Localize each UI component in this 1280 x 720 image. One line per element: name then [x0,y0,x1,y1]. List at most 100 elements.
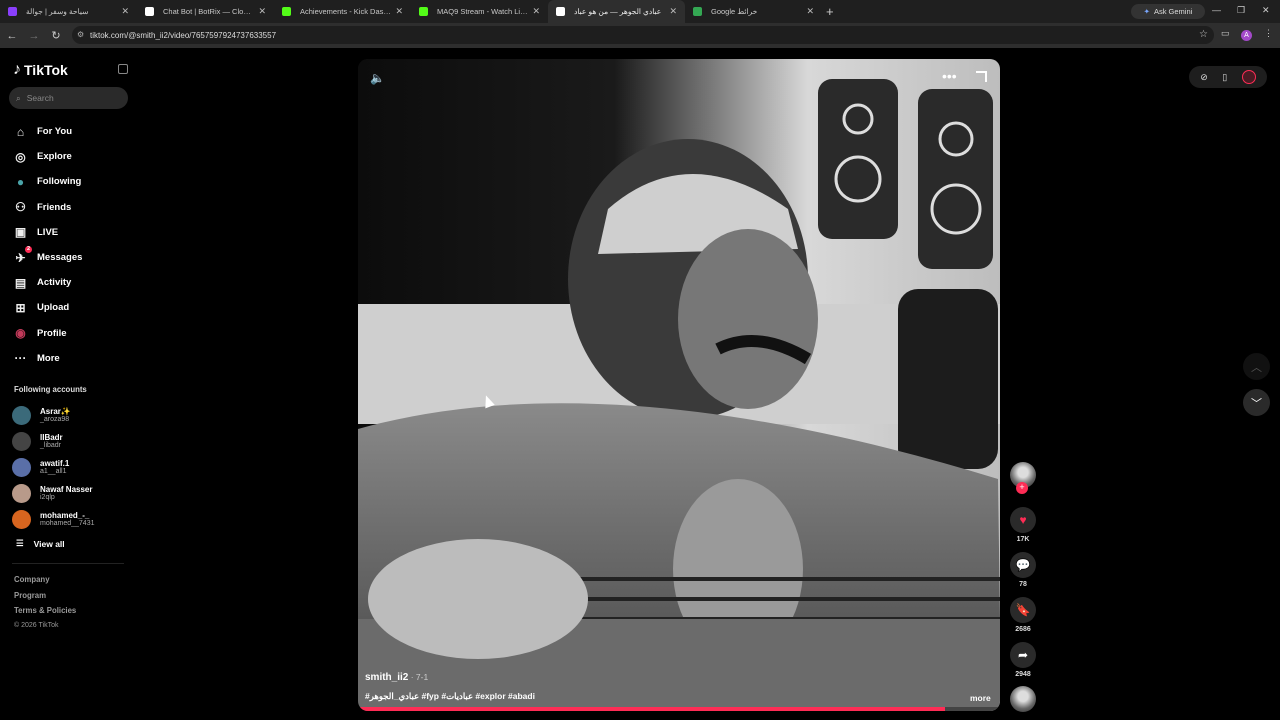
compass-icon[interactable]: ⊘ [1200,72,1208,83]
tiktok-logo[interactable]: ♪ TikTok [13,61,68,79]
profile-avatar[interactable]: A [1241,30,1252,41]
nav-item-profile[interactable]: ◉ Profile [12,321,82,346]
browser-menu-icon[interactable]: ⋮ [1264,28,1273,39]
nav-item-more[interactable]: ··· More [12,346,82,371]
close-tab-icon[interactable]: ✕ [669,6,677,17]
more-icon: ··· [14,351,27,366]
close-tab-icon[interactable]: ✕ [121,6,129,17]
tab-favicon-icon [145,7,154,16]
browser-tab[interactable]: MAQ9 Stream - Watch Live on Kick ✕ [411,0,548,23]
creator-avatar-button[interactable]: + [1008,462,1038,494]
back-icon[interactable]: ← [2,30,22,42]
tab-title: MAQ9 Stream - Watch Live on Kick [437,7,528,16]
nav-item-messages[interactable]: ✈ 2 Messages [12,245,82,270]
share-button[interactable]: ➦ 2948 [1008,642,1038,678]
account-handle: _libadr [40,441,62,449]
close-tab-icon[interactable]: ✕ [532,6,540,17]
nav-label: Messages [37,252,83,264]
video-player[interactable]: 🔈 ••• smith_ii2 · 7-1 #عبادي_الجوهر #fyp… [358,59,1000,711]
close-window-icon[interactable]: ✕ [1262,5,1270,16]
footer-link[interactable]: Program [14,591,76,607]
following-account[interactable]: Asrar✨ _aroza98 [12,402,95,428]
nav-label: Activity [37,277,72,289]
nav-label: LIVE [37,226,59,238]
save-button[interactable]: 🔖 2686 [1008,597,1038,633]
collapse-sidebar-icon[interactable] [118,64,128,74]
next-video-button[interactable]: ﹀ [1243,389,1270,416]
nav-item-live[interactable]: ▣ LIVE [12,220,82,245]
device-icon[interactable]: ▯ [1222,72,1227,83]
reload-icon[interactable]: ↻ [46,29,66,42]
account-handle: a1__all1 [40,467,67,475]
more-options-icon[interactable]: ••• [942,68,957,84]
footer-link[interactable]: Company [14,575,76,591]
browser-tab[interactable]: Google خرائط ✕ [685,0,822,23]
account-name: Asrar✨ [40,406,71,416]
tab-title: عبادي الجوهر — من هو عباد [574,7,662,16]
following-account[interactable]: awatif.1 a1__all1 [12,454,95,480]
user-avatar-icon[interactable] [1241,70,1256,84]
like-button[interactable]: ♥ 17K [1008,507,1038,543]
bookmark-star-icon[interactable]: ☆ [1199,29,1208,40]
avatar [12,457,31,477]
copyright: © 2026 TikTok [14,621,59,629]
music-disc-icon [1010,686,1036,712]
browser-tab[interactable]: Achievements - Kick Dashboard✕ [274,0,411,23]
nav-label: For You [37,126,73,138]
nav-item-friends[interactable]: ⚇ Friends [12,195,82,220]
nav-item-explore[interactable]: ◎ Explore [12,144,82,169]
forward-icon[interactable]: → [24,30,44,42]
avatar [12,483,31,503]
nav-label: Following [37,176,82,188]
tab-favicon-icon [282,7,291,16]
nav-item-upload[interactable]: ⊞ Upload [12,295,82,320]
follow-plus-icon[interactable]: + [1016,482,1028,494]
ask-gemini-button[interactable]: ✦ Ask Gemini [1131,4,1205,19]
close-tab-icon[interactable]: ✕ [806,6,814,17]
close-tab-icon[interactable]: ✕ [395,6,403,17]
list-icon: ☰ [16,538,24,548]
following-account[interactable]: lIBadr _libadr [12,428,95,454]
avatar [12,405,31,425]
nav-label: Explore [37,151,72,163]
cast-icon[interactable]: ▭ [1221,28,1230,39]
previous-video-button[interactable]: ︿ [1243,353,1270,380]
chevron-up-icon: ︿ [1251,361,1262,374]
footer-link[interactable]: Terms & Policies [14,606,76,622]
video-progress-bar[interactable] [358,707,1000,711]
site-info-icon[interactable]: ⚙ [77,30,85,39]
video-username[interactable]: smith_ii2 · 7-1 [365,672,428,683]
following-account[interactable]: Nawaf Nasser i2qlp [12,480,95,506]
close-tab-icon[interactable]: ✕ [258,6,266,17]
browser-tabbar: سياحة وسفر | جوالة ✕ Chat Bot | BotRix — C… [0,0,1280,23]
share-icon: ➦ [1010,642,1036,668]
avatar [12,431,31,451]
search-input[interactable]: ⌕ Search [9,87,128,109]
tiktok-note-icon: ♪ [13,61,21,78]
browser-tab[interactable]: سياحة وسفر | جوالة ✕ [0,0,137,23]
tab-title: Achievements - Kick Dashboard [300,7,392,16]
tab-title: Chat Bot | BotRix — Cloud Stream [163,7,254,16]
account-handle: i2qlp [40,493,55,501]
volume-icon[interactable]: 🔈 [370,71,385,85]
fullscreen-icon[interactable] [976,71,987,82]
nav-label: Upload [37,302,70,314]
account-name: awatif.1 [40,458,70,468]
comment-button[interactable]: 💬 78 [1008,552,1038,588]
music-disc-button[interactable] [1008,686,1038,712]
browser-tab[interactable]: Chat Bot | BotRix — Cloud Stream ✕ [137,0,274,23]
nav-item-activity[interactable]: ▤ Activity [12,270,82,295]
url-bar[interactable]: ⚙ tiktok.com/@smith_ii2/video/7657597924… [72,26,1214,44]
caption-more-button[interactable]: more [970,693,991,703]
view-all-button[interactable]: ☰ View all [16,538,65,549]
restore-icon[interactable]: ❐ [1237,5,1245,16]
new-tab-button[interactable]: + [826,4,840,19]
nav-item-following[interactable]: ● Following [12,169,82,194]
nav-item-for-you[interactable]: ⌂ For You [12,119,82,144]
video-hashtags[interactable]: #عبادي_الجوهر #fyp #عباديات #explor #aba… [365,691,535,702]
browser-tab[interactable]: عبادي الجوهر — من هو عباد ✕ [548,0,685,23]
upload-icon: ⊞ [15,300,26,315]
minimize-icon[interactable]: — [1212,5,1221,15]
address-toolbar: ← → ↻ ⚙ tiktok.com/@smith_ii2/video/7657… [0,23,1280,48]
following-account[interactable]: mohamed_-_ mohamed__7431 [12,506,95,532]
